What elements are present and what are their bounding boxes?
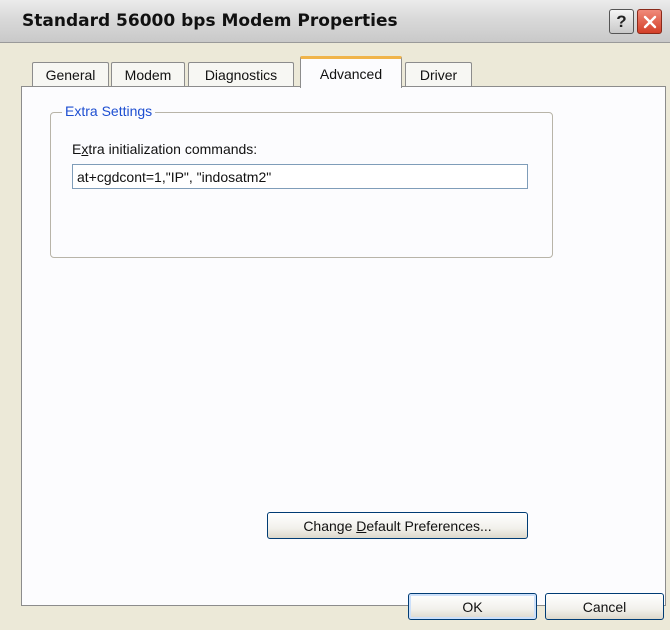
tab-general[interactable]: General xyxy=(32,62,109,86)
tab-advanced[interactable]: Advanced xyxy=(300,56,402,88)
cancel-button[interactable]: Cancel xyxy=(545,593,664,620)
close-icon xyxy=(643,15,656,28)
tab-diagnostics[interactable]: Diagnostics xyxy=(188,62,294,86)
extra-init-commands-input[interactable] xyxy=(72,164,528,189)
tab-modem[interactable]: Modem xyxy=(111,62,185,86)
tab-label: Modem xyxy=(124,66,172,83)
tab-label: General xyxy=(45,66,96,83)
button-label: Change Default Preferences... xyxy=(303,518,491,534)
extra-settings-group-label: Extra Settings xyxy=(62,103,156,119)
label-part: tra initialization commands: xyxy=(88,141,258,157)
label-part: Change xyxy=(303,517,357,534)
window-title: Standard 56000 bps Modem Properties xyxy=(22,11,398,31)
tab-label: Diagnostics xyxy=(204,66,278,83)
change-default-preferences-button[interactable]: Change Default Preferences... xyxy=(267,512,528,539)
button-label: Cancel xyxy=(582,598,627,615)
button-label: OK xyxy=(462,598,483,615)
ok-button[interactable]: OK xyxy=(408,593,537,620)
tab-label: Advanced xyxy=(319,65,383,82)
extra-init-commands-label: Extra initialization commands: xyxy=(72,141,257,157)
tab-driver[interactable]: Driver xyxy=(405,62,472,86)
help-button[interactable]: ? xyxy=(609,9,634,34)
title-bar[interactable]: Standard 56000 bps Modem Properties ? xyxy=(0,0,670,43)
label-part: efault Preferences... xyxy=(366,517,492,534)
label-part: E xyxy=(72,141,82,157)
tab-label: Driver xyxy=(419,66,458,83)
label-mnemonic: D xyxy=(356,517,367,534)
close-button[interactable] xyxy=(637,9,662,34)
help-icon: ? xyxy=(616,12,627,31)
dialog-window: Standard 56000 bps Modem Properties ? Ge… xyxy=(0,0,670,630)
